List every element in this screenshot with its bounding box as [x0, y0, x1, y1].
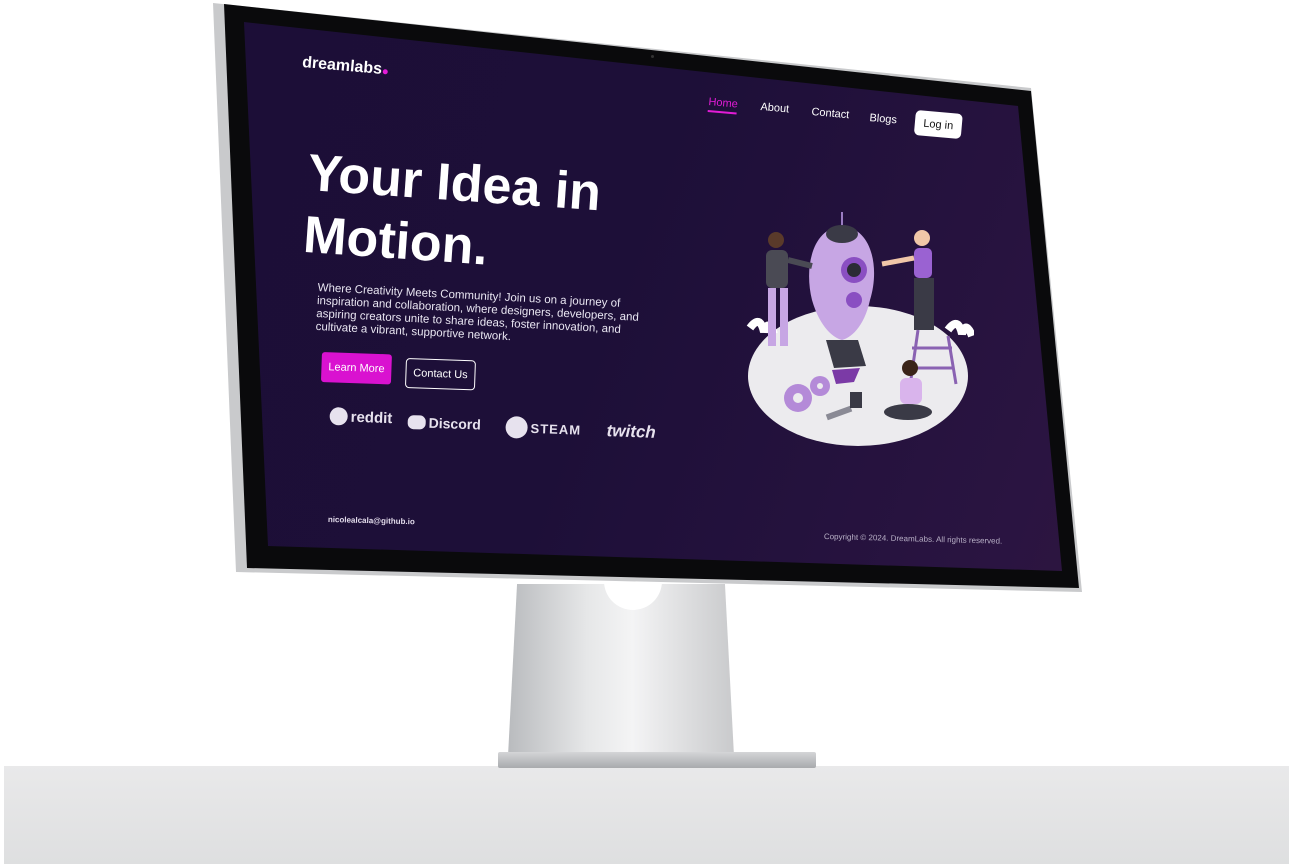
- partner-twitch[interactable]: twitch: [603, 421, 656, 443]
- footer-contact-email[interactable]: nicolealcala@github.io: [328, 515, 415, 526]
- person-right-arm: [881, 255, 915, 267]
- rocket-team-illustration: [746, 212, 974, 446]
- rocket-nose: [826, 225, 858, 243]
- person-seated-head: [902, 360, 918, 376]
- partner-reddit-label: reddit: [350, 408, 393, 427]
- rocket-window-inner: [847, 263, 861, 277]
- partner-discord-label: Discord: [428, 414, 482, 433]
- site-logo[interactable]: dreamlabs: [301, 54, 389, 79]
- gear-small-hub: [817, 383, 823, 389]
- person-left-head: [768, 232, 784, 248]
- person-left-torso: [766, 250, 788, 288]
- partner-steam-label: STEAM: [530, 420, 582, 438]
- nav-contact[interactable]: Contact: [811, 106, 850, 121]
- partner-twitch-label: twitch: [606, 421, 657, 442]
- rocket-window-small-icon: [846, 292, 862, 308]
- person-left-arm: [787, 257, 813, 269]
- person-right-head: [914, 230, 930, 246]
- reddit-icon: [329, 407, 348, 426]
- steam-icon: [505, 416, 528, 439]
- partner-steam[interactable]: STEAM: [505, 416, 581, 441]
- gear-large-hub: [793, 393, 803, 403]
- person-left-leg2: [780, 288, 788, 346]
- person-seated-legs: [884, 404, 932, 420]
- nav-about[interactable]: About: [760, 101, 790, 115]
- plant-right-icon: [944, 320, 974, 338]
- hero-description: Where Creativity Meets Community! Join u…: [315, 282, 640, 344]
- discord-icon: [407, 414, 426, 430]
- partner-reddit[interactable]: reddit: [329, 407, 393, 427]
- contact-us-button[interactable]: Contact Us: [404, 358, 476, 391]
- person-left-leg: [768, 288, 776, 346]
- partner-discord[interactable]: Discord: [407, 414, 481, 433]
- learn-more-button[interactable]: Learn More: [320, 352, 392, 385]
- person-seated-torso: [900, 378, 922, 404]
- footer-copyright: Copyright © 2024. DreamLabs. All rights …: [823, 532, 1003, 546]
- paint-can-icon: [850, 392, 862, 408]
- nav-blogs[interactable]: Blogs: [869, 112, 897, 126]
- person-right-legs: [914, 278, 934, 330]
- login-button[interactable]: Log in: [913, 110, 963, 140]
- person-right-torso: [914, 248, 932, 278]
- nav-home[interactable]: Home: [707, 96, 739, 115]
- website: dreamlabs Home About Contact Blogs Log i…: [0, 0, 1289, 864]
- hero-title: Your Idea in Motion.: [301, 142, 649, 289]
- logo-dot-icon: [382, 69, 389, 75]
- logo-text: dreamlabs: [301, 54, 383, 78]
